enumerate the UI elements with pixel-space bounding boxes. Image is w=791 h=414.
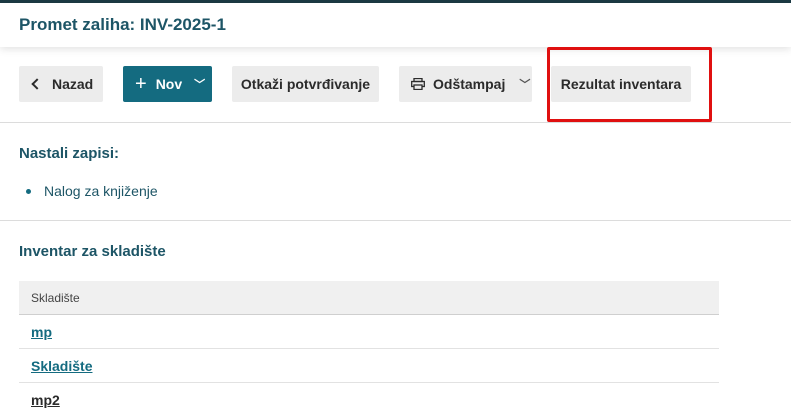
highlight-box bbox=[547, 47, 712, 122]
chevron-left-icon bbox=[31, 78, 43, 90]
table-row: Skladište bbox=[19, 349, 719, 383]
table-header: Skladište bbox=[19, 281, 719, 315]
divider bbox=[0, 220, 791, 221]
page-title: Promet zaliha: INV-2025-1 bbox=[19, 15, 226, 34]
printer-icon bbox=[411, 78, 425, 90]
back-button[interactable]: Nazad bbox=[19, 66, 103, 102]
warehouse-link[interactable]: mp2 bbox=[31, 392, 60, 408]
bullet-icon bbox=[26, 188, 31, 194]
table-row: mp2 bbox=[19, 383, 719, 414]
created-record-link[interactable]: Nalog za knjiženje bbox=[44, 183, 158, 199]
new-button-label: Nov bbox=[155, 76, 183, 92]
table-row: mp bbox=[19, 315, 719, 349]
created-records-title: Nastali zapisi: bbox=[19, 145, 120, 162]
page-header: Promet zaliha: INV-2025-1 bbox=[0, 3, 791, 47]
print-button-label: Odštampaj bbox=[433, 76, 506, 92]
back-button-label: Nazad bbox=[52, 76, 94, 92]
new-button[interactable]: + Nov ﹀ bbox=[123, 66, 212, 102]
cancel-confirmation-button[interactable]: Otkaži potvrđivanje bbox=[232, 66, 379, 102]
divider bbox=[0, 122, 791, 123]
print-button[interactable]: Odštampaj ﹀ bbox=[399, 66, 532, 102]
cancel-confirmation-label: Otkaži potvrđivanje bbox=[240, 76, 371, 92]
inventory-section-title: Inventar za skladište bbox=[19, 243, 166, 260]
inventory-table: Skladište mp Skladište mp2 bbox=[19, 281, 719, 414]
warehouse-link[interactable]: mp bbox=[31, 324, 52, 340]
chevron-down-icon[interactable]: ﹀ bbox=[194, 76, 205, 92]
created-record-item[interactable]: Nalog za knjiženje bbox=[26, 183, 158, 199]
chevron-down-icon[interactable]: ﹀ bbox=[519, 76, 530, 92]
plus-icon: + bbox=[135, 73, 147, 95]
warehouse-link[interactable]: Skladište bbox=[31, 358, 92, 374]
column-header-warehouse: Skladište bbox=[31, 290, 80, 305]
